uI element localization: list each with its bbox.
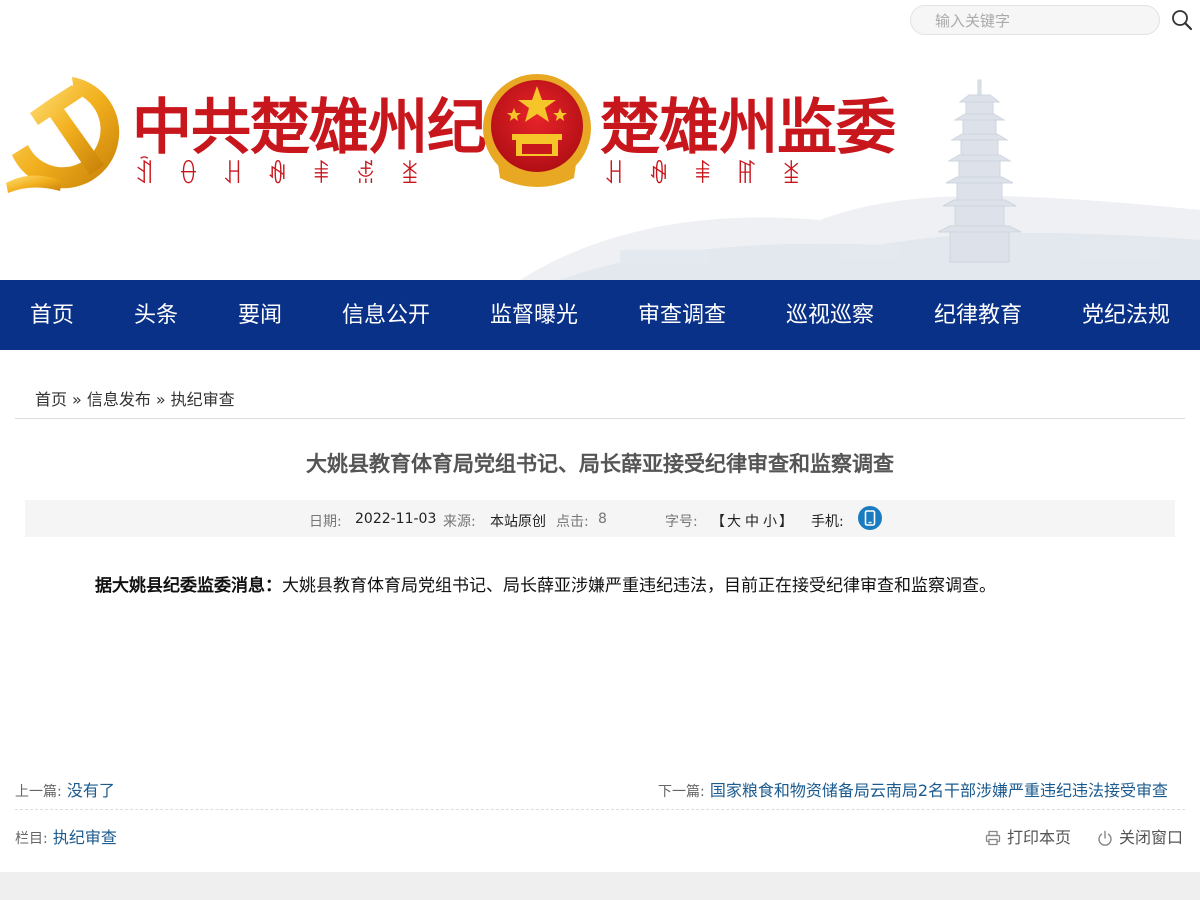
mobile-qr-button[interactable] — [858, 506, 882, 530]
pager-divider — [15, 809, 1185, 810]
breadcrumb-divider — [15, 418, 1185, 419]
column-label: 栏目: — [15, 831, 48, 847]
column-link[interactable]: 执纪审查 — [53, 828, 117, 847]
fontsize-medium-link[interactable]: 中 — [745, 514, 759, 530]
article-body: 据大姚县纪委监委消息：大姚县教育体育局党组书记、局长薛亚涉嫌严重违纪违法，目前正… — [95, 575, 1145, 597]
nav-item-headlines[interactable]: 头条 — [134, 280, 178, 350]
clicks-label: 点击: — [556, 514, 589, 530]
right-brand-subtitle: ꃅꊿꑌꂵꁧ — [604, 160, 826, 190]
prev-article-link[interactable]: 没有了 — [67, 781, 115, 800]
next-label: 下一篇: — [658, 784, 705, 800]
search-box — [910, 5, 1160, 36]
article-meta-bar: 日期: 2022-11-03 来源: 本站原创 点击: 8 字号: 【大中小】 … — [25, 500, 1175, 537]
source-label: 来源: — [443, 514, 476, 530]
prev-label: 上一篇: — [15, 784, 62, 800]
header-banner: 中共楚雄州纪委 ꀉꂷꃅꊿꑌꅇꁧ 楚雄州监委 ꃅꊿꑌꂵꁧ — [0, 40, 1200, 280]
search-input[interactable] — [933, 6, 1157, 36]
national-emblem-icon — [483, 74, 591, 187]
nav-item-news[interactable]: 要闻 — [238, 280, 282, 350]
search-icon — [1172, 10, 1193, 31]
left-brand-subtitle: ꀉꂷꃅꊿꑌꅇꁧ — [134, 160, 445, 190]
right-brand-title: 楚雄州监委 — [600, 93, 896, 163]
fontsize-control: 【大中小】 — [711, 511, 793, 531]
fontsize-small-link[interactable]: 小 — [763, 514, 777, 530]
mobile-label: 手机: — [811, 514, 844, 530]
source-value: 本站原创 — [490, 514, 546, 530]
power-icon — [1098, 830, 1112, 846]
close-window-label: 关闭窗口 — [1119, 828, 1184, 847]
next-article-link[interactable]: 国家粮食和物资储备局云南局2名干部涉嫌严重违纪违法接受审查 — [710, 781, 1168, 800]
nav-item-investigation[interactable]: 审查调查 — [638, 280, 726, 350]
fontsize-label: 字号: — [665, 514, 698, 530]
article-lead: 据大姚县纪委监委消息： — [95, 576, 282, 596]
nav-item-regulations[interactable]: 党纪法规 — [1082, 280, 1170, 350]
nav-item-inspection[interactable]: 巡视巡察 — [786, 280, 874, 350]
article-paragraph: 大姚县教育体育局党组书记、局长薛亚涉嫌严重违纪违法，目前正在接受纪律审查和监察调… — [282, 576, 996, 596]
nav-item-supervision[interactable]: 监督曝光 — [490, 280, 578, 350]
nav-item-home[interactable]: 首页 — [30, 280, 74, 350]
article-title: 大姚县教育体育局党组书记、局长薛亚接受纪律审查和监察调查 — [306, 452, 894, 476]
nav-item-education[interactable]: 纪律教育 — [934, 280, 1022, 350]
breadcrumb-info[interactable]: 信息发布 — [87, 390, 151, 409]
date-value: 2022-11-03 — [355, 511, 437, 527]
article-column: 栏目: 执纪审查 — [15, 824, 117, 848]
printer-icon — [985, 830, 1001, 846]
footer-strip — [0, 872, 1200, 900]
breadcrumb: 首页» 信息发布» 执纪审查 — [35, 386, 235, 410]
close-window-button[interactable]: 关闭窗口 — [1097, 824, 1183, 848]
print-button[interactable]: 打印本页 — [985, 824, 1071, 848]
fontsize-large-link[interactable]: 大 — [727, 514, 741, 530]
date-label: 日期: — [309, 514, 342, 530]
fontsize-bracket-open: 【 — [711, 514, 725, 530]
fontsize-bracket-close: 】 — [779, 514, 793, 530]
main-nav: 首页 头条 要闻 信息公开 监督曝光 审查调查 巡视巡察 纪律教育 党纪法规 — [0, 280, 1200, 350]
breadcrumb-home[interactable]: 首页 — [35, 390, 67, 409]
breadcrumb-separator: » — [72, 390, 82, 409]
breadcrumb-separator: » — [155, 390, 166, 409]
print-label: 打印本页 — [1007, 828, 1072, 847]
nav-item-disclosure[interactable]: 信息公开 — [342, 280, 430, 350]
prev-article: 上一篇: 没有了 — [15, 777, 115, 801]
search-button[interactable] — [1170, 8, 1194, 32]
party-emblem-icon — [6, 77, 120, 193]
phone-icon — [864, 510, 876, 526]
next-article: 下一篇: 国家粮食和物资储备局云南局2名干部涉嫌严重违纪违法接受审查 — [658, 777, 1168, 801]
clicks-value: 8 — [598, 511, 607, 527]
breadcrumb-current[interactable]: 执纪审查 — [171, 390, 235, 409]
